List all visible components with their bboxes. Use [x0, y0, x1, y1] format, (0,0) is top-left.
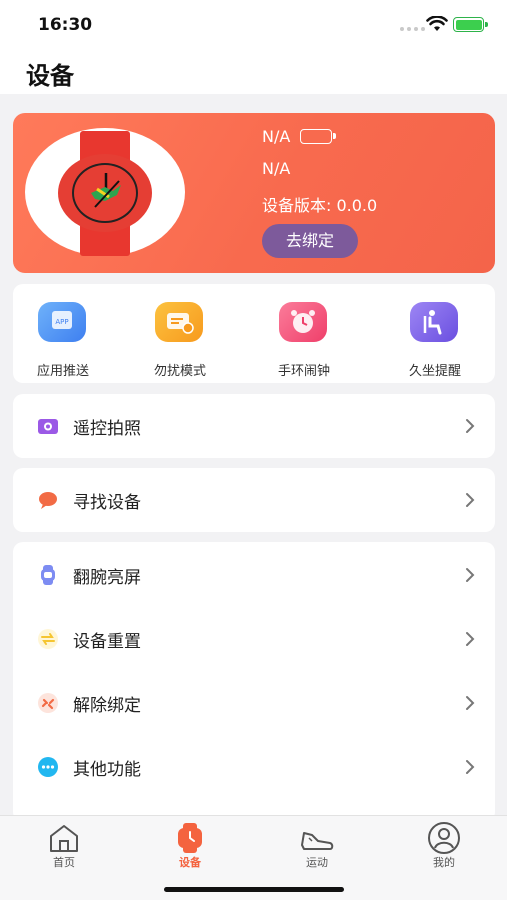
chat-bubble-icon: [39, 492, 57, 509]
sedentary-reminder-icon: [410, 302, 458, 342]
sneaker-icon: [301, 832, 334, 850]
menu-item-raise-to-wake[interactable]: 翻腕亮屏: [13, 543, 495, 607]
menu-label: 设备重置: [73, 632, 141, 652]
tab-device[interactable]: 设备: [135, 816, 245, 876]
menu-item-find-device[interactable]: 寻找设备: [13, 468, 495, 532]
device-card: N/A N/A 设备版本: 0.0.0 去绑定: [13, 113, 495, 273]
unlink-icon: [38, 693, 58, 713]
wifi-icon: [426, 16, 448, 31]
watch-icon: [41, 565, 55, 585]
menu-item-other-functions[interactable]: 其他功能: [13, 735, 495, 799]
menu-item-remote-camera[interactable]: 遥控拍照: [13, 394, 495, 458]
home-icon: [50, 825, 78, 852]
home-indicator: [164, 887, 344, 892]
quick-action-alarm[interactable]: 手环闹钟: [254, 284, 354, 383]
quick-action-label: 勿扰模式: [153, 364, 206, 379]
do-not-disturb-icon: [155, 302, 203, 342]
menu-item-unbind[interactable]: 解除绑定: [13, 671, 495, 735]
tab-profile[interactable]: 我的: [389, 816, 499, 876]
menu-label: 寻找设备: [73, 493, 141, 513]
tab-label: 我的: [433, 856, 455, 869]
quick-actions: APP 应用推送 勿扰模式 手环闹钟 久坐提醒: [13, 284, 495, 383]
quick-action-label: 久坐提醒: [408, 364, 461, 379]
device-icon: [178, 823, 202, 853]
device-mac: N/A: [262, 159, 291, 178]
watch-logo-icon: [91, 173, 121, 208]
menu-item-device-reset[interactable]: 设备重置: [13, 607, 495, 671]
signal-icon: [400, 27, 425, 31]
chevron-right-icon: [466, 760, 475, 774]
tab-label: 首页: [53, 856, 75, 869]
tab-sport[interactable]: 运动: [262, 816, 372, 876]
status-time: 16:30: [38, 15, 93, 35]
device-battery-icon: [300, 129, 336, 144]
menu-label: 翻腕亮屏: [73, 568, 141, 588]
camera-icon: [38, 419, 58, 434]
chevron-right-icon: [466, 696, 475, 710]
page-title: 设备: [26, 62, 74, 90]
tab-label: 设备: [179, 856, 201, 869]
bind-device-button[interactable]: 去绑定: [262, 224, 358, 258]
chevron-right-icon: [466, 568, 475, 582]
menu-label: 解除绑定: [73, 696, 141, 716]
menu-label: 其他功能: [73, 760, 141, 780]
alarm-clock-icon: [279, 302, 327, 342]
chevron-right-icon: [466, 632, 475, 646]
tab-home[interactable]: 首页: [9, 816, 119, 876]
tab-label: 运动: [306, 856, 328, 869]
chevron-right-icon: [466, 419, 475, 433]
reset-icon: [38, 629, 58, 649]
settings-card: 翻腕亮屏 设备重置 解除绑定 其他功能: [13, 542, 495, 822]
svg-text:APP: APP: [55, 318, 68, 326]
status-bar: 16:30: [0, 0, 507, 50]
app-push-icon: APP: [38, 302, 86, 342]
chevron-right-icon: [466, 493, 475, 507]
device-version: 设备版本: 0.0.0: [262, 196, 378, 215]
quick-action-label: 手环闹钟: [277, 364, 330, 379]
quick-action-label: 应用推送: [36, 364, 89, 379]
menu-label: 遥控拍照: [73, 419, 141, 439]
quick-action-app-push[interactable]: APP 应用推送: [13, 284, 113, 383]
remote-camera-card: 遥控拍照: [13, 394, 495, 458]
find-device-card: 寻找设备: [13, 468, 495, 532]
quick-action-do-not-disturb[interactable]: 勿扰模式: [130, 284, 230, 383]
battery-icon: [453, 17, 488, 32]
more-icon: [38, 757, 58, 777]
profile-icon: [428, 822, 460, 854]
watch-image: [25, 128, 185, 256]
quick-action-sedentary[interactable]: 久坐提醒: [385, 284, 485, 383]
device-name: N/A: [262, 127, 291, 146]
navigation-header: 设备: [0, 50, 507, 94]
